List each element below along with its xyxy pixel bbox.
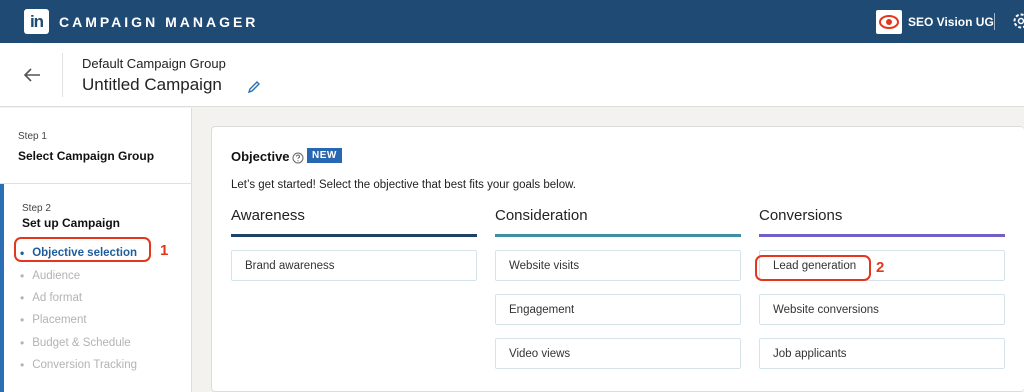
substep-conversion-tracking[interactable]: Conversion Tracking bbox=[20, 354, 137, 376]
step-2-title: Set up Campaign bbox=[22, 216, 121, 230]
substep-budget-schedule[interactable]: Budget & Schedule bbox=[20, 332, 137, 354]
awareness-rule bbox=[231, 234, 477, 237]
option-job-applicants[interactable]: Job applicants bbox=[759, 338, 1005, 369]
option-engagement[interactable]: Engagement bbox=[495, 294, 741, 325]
substep-ad-format[interactable]: Ad format bbox=[20, 287, 137, 309]
column-heading-consideration: Consideration bbox=[495, 207, 588, 224]
step-2-label: Step 2 bbox=[22, 203, 51, 214]
option-website-conversions[interactable]: Website conversions bbox=[759, 294, 1005, 325]
app-title: CAMPAIGN MANAGER bbox=[59, 14, 259, 30]
objective-intro-text: Let’s get started! Select the objective … bbox=[231, 179, 576, 191]
option-video-views[interactable]: Video views bbox=[495, 338, 741, 369]
back-arrow-icon[interactable] bbox=[20, 63, 44, 87]
help-question-icon[interactable] bbox=[292, 151, 304, 164]
column-heading-awareness: Awareness bbox=[231, 207, 305, 224]
top-navigation-bar: in CAMPAIGN MANAGER SEO Vision UG bbox=[0, 0, 1024, 43]
campaign-group-name: Default Campaign Group bbox=[82, 56, 226, 71]
highlight-box-lead-generation bbox=[755, 255, 871, 281]
objective-card: Objective NEW Let’s get started! Select … bbox=[211, 126, 1024, 392]
substep-list: Objective selection Audience Ad format P… bbox=[20, 242, 137, 376]
highlight-box-objective-selection bbox=[14, 237, 151, 262]
step-1-label: Step 1 bbox=[18, 131, 47, 142]
conversions-column: Conversions Lead generation Website conv… bbox=[759, 207, 1005, 369]
campaign-header: Default Campaign Group Untitled Campaign bbox=[0, 43, 1024, 107]
consideration-rule bbox=[495, 234, 741, 237]
substep-audience[interactable]: Audience bbox=[20, 264, 137, 286]
gear-icon[interactable] bbox=[1011, 11, 1024, 31]
linkedin-logo-icon[interactable]: in bbox=[24, 9, 49, 34]
column-heading-conversions: Conversions bbox=[759, 207, 843, 224]
objective-title: Objective bbox=[231, 149, 290, 164]
option-brand-awareness[interactable]: Brand awareness bbox=[231, 250, 477, 281]
campaign-name: Untitled Campaign bbox=[82, 75, 222, 94]
new-badge: NEW bbox=[307, 148, 342, 163]
active-step-indicator bbox=[0, 184, 4, 392]
annotation-number-1: 1 bbox=[160, 242, 169, 259]
awareness-column: Awareness Brand awareness bbox=[231, 207, 477, 281]
consideration-column: Consideration Website visits Engagement … bbox=[495, 207, 741, 369]
header-divider bbox=[62, 53, 63, 97]
steps-sidebar: Step 1 Select Campaign Group Step 2 Set … bbox=[0, 108, 192, 392]
account-logo-icon[interactable] bbox=[876, 10, 902, 34]
account-name[interactable]: SEO Vision UG bbox=[908, 15, 994, 29]
step-1-title: Select Campaign Group bbox=[18, 149, 155, 163]
option-website-visits[interactable]: Website visits bbox=[495, 250, 741, 281]
conversions-rule bbox=[759, 234, 1005, 237]
step-1-section[interactable]: Step 1 Select Campaign Group bbox=[0, 108, 192, 184]
annotation-number-2: 2 bbox=[876, 259, 885, 276]
topbar-divider bbox=[994, 13, 995, 30]
edit-pencil-icon[interactable] bbox=[247, 80, 261, 94]
substep-placement[interactable]: Placement bbox=[20, 309, 137, 331]
